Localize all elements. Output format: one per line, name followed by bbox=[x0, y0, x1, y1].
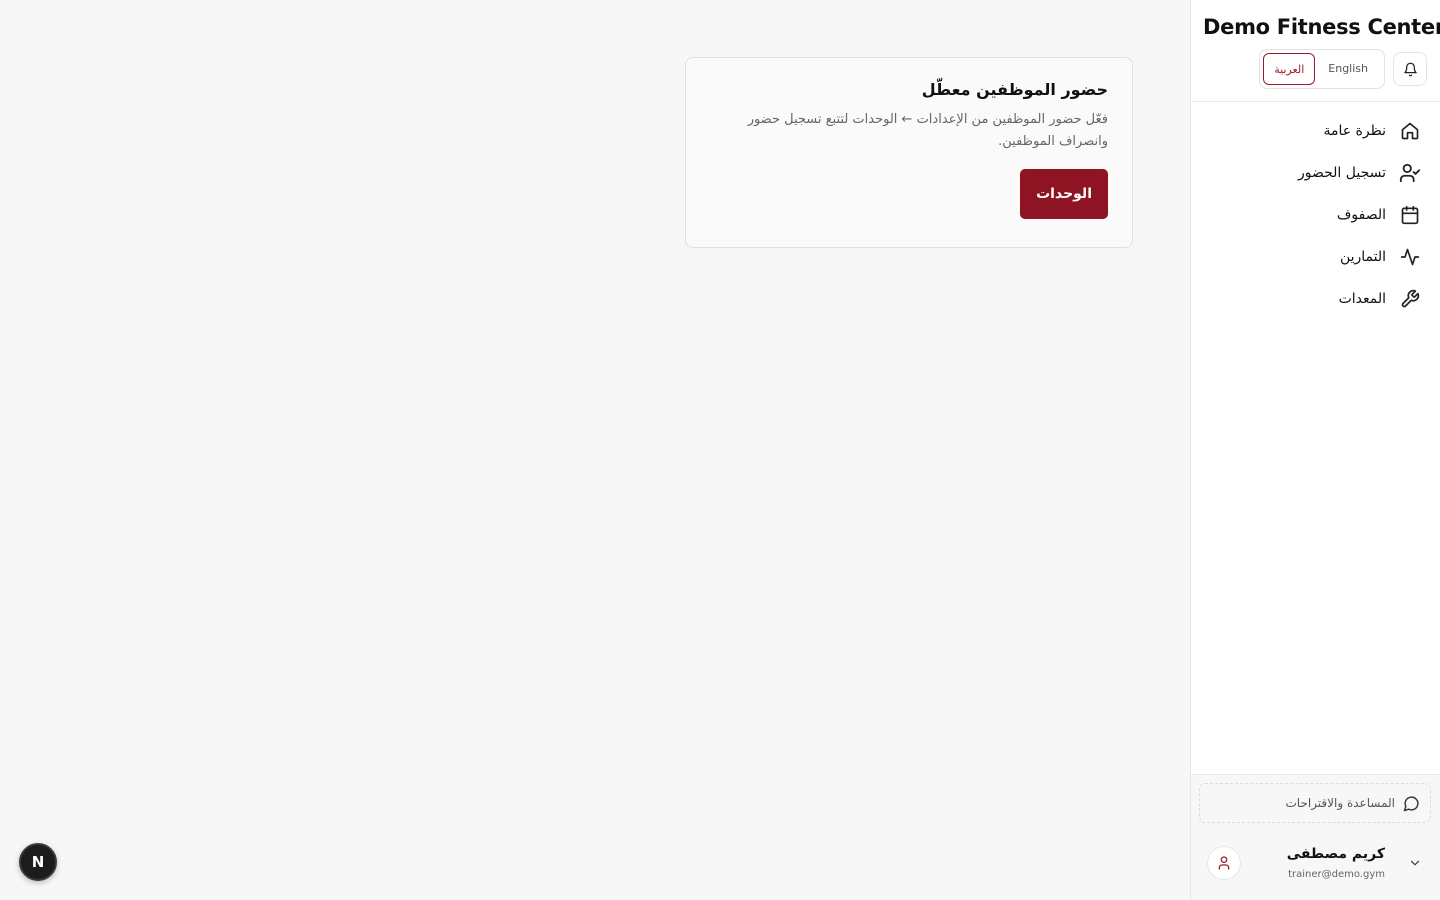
sidebar-nav: نظرة عامة تسجيل الحضور الصفوف التمارين ا… bbox=[1191, 102, 1440, 774]
help-feedback-button[interactable]: المساعدة والاقتراحات bbox=[1199, 783, 1431, 823]
sidebar: Demo Fitness Center العربية English نظرة… bbox=[1190, 0, 1440, 900]
message-circle-icon bbox=[1403, 795, 1420, 812]
sidebar-item-label: الصفوف bbox=[1336, 207, 1386, 223]
user-email: trainer@demo.gym bbox=[1288, 869, 1385, 880]
sidebar-item-equipment[interactable]: المعدات bbox=[1191, 278, 1440, 320]
card-description: فعّل حضور الموظفين من الإعدادات ← الوحدا… bbox=[747, 112, 1108, 149]
sidebar-item-overview[interactable]: نظرة عامة bbox=[1191, 110, 1440, 152]
sidebar-item-classes[interactable]: الصفوف bbox=[1191, 194, 1440, 236]
user-info: كريم مصطفى trainer@demo.gym bbox=[1239, 846, 1385, 880]
user-name: كريم مصطفى bbox=[1286, 846, 1385, 862]
chevron-down-icon bbox=[1407, 855, 1423, 871]
header-controls: العربية English bbox=[1203, 49, 1427, 89]
dev-tools-badge[interactable]: N bbox=[19, 843, 57, 881]
home-icon bbox=[1399, 120, 1421, 142]
language-toggle: العربية English bbox=[1259, 49, 1385, 89]
sidebar-item-attendance[interactable]: تسجيل الحضور bbox=[1191, 152, 1440, 194]
sidebar-item-label: التمارين bbox=[1339, 249, 1386, 265]
user-check-icon bbox=[1399, 162, 1421, 184]
bell-icon bbox=[1403, 62, 1418, 77]
help-feedback-label: المساعدة والاقتراحات bbox=[1285, 796, 1395, 810]
module-disabled-card: حضور الموظفين معطّل فعّل حضور الموظفين م… bbox=[685, 57, 1133, 248]
sidebar-item-label: نظرة عامة bbox=[1323, 123, 1386, 139]
sidebar-footer: المساعدة والاقتراحات كريم مصطفى trainer@… bbox=[1191, 774, 1440, 900]
wrench-icon bbox=[1399, 288, 1421, 310]
language-english-button[interactable]: English bbox=[1315, 53, 1381, 85]
sidebar-item-label: تسجيل الحضور bbox=[1297, 165, 1386, 181]
calendar-icon bbox=[1399, 204, 1421, 226]
sidebar-header: Demo Fitness Center العربية English bbox=[1191, 0, 1440, 102]
sidebar-item-label: المعدات bbox=[1338, 291, 1386, 307]
modules-button[interactable]: الوحدات bbox=[1020, 169, 1108, 219]
activity-icon bbox=[1399, 246, 1421, 268]
brand-name: Demo Fitness Center bbox=[1203, 15, 1440, 39]
card-title: حضور الموظفين معطّل bbox=[921, 80, 1108, 99]
language-arabic-button[interactable]: العربية bbox=[1263, 53, 1316, 85]
avatar bbox=[1207, 846, 1241, 880]
user-menu[interactable]: كريم مصطفى trainer@demo.gym bbox=[1199, 833, 1431, 893]
notifications-button[interactable] bbox=[1393, 52, 1427, 86]
user-icon bbox=[1216, 855, 1232, 871]
sidebar-item-workouts[interactable]: التمارين bbox=[1191, 236, 1440, 278]
